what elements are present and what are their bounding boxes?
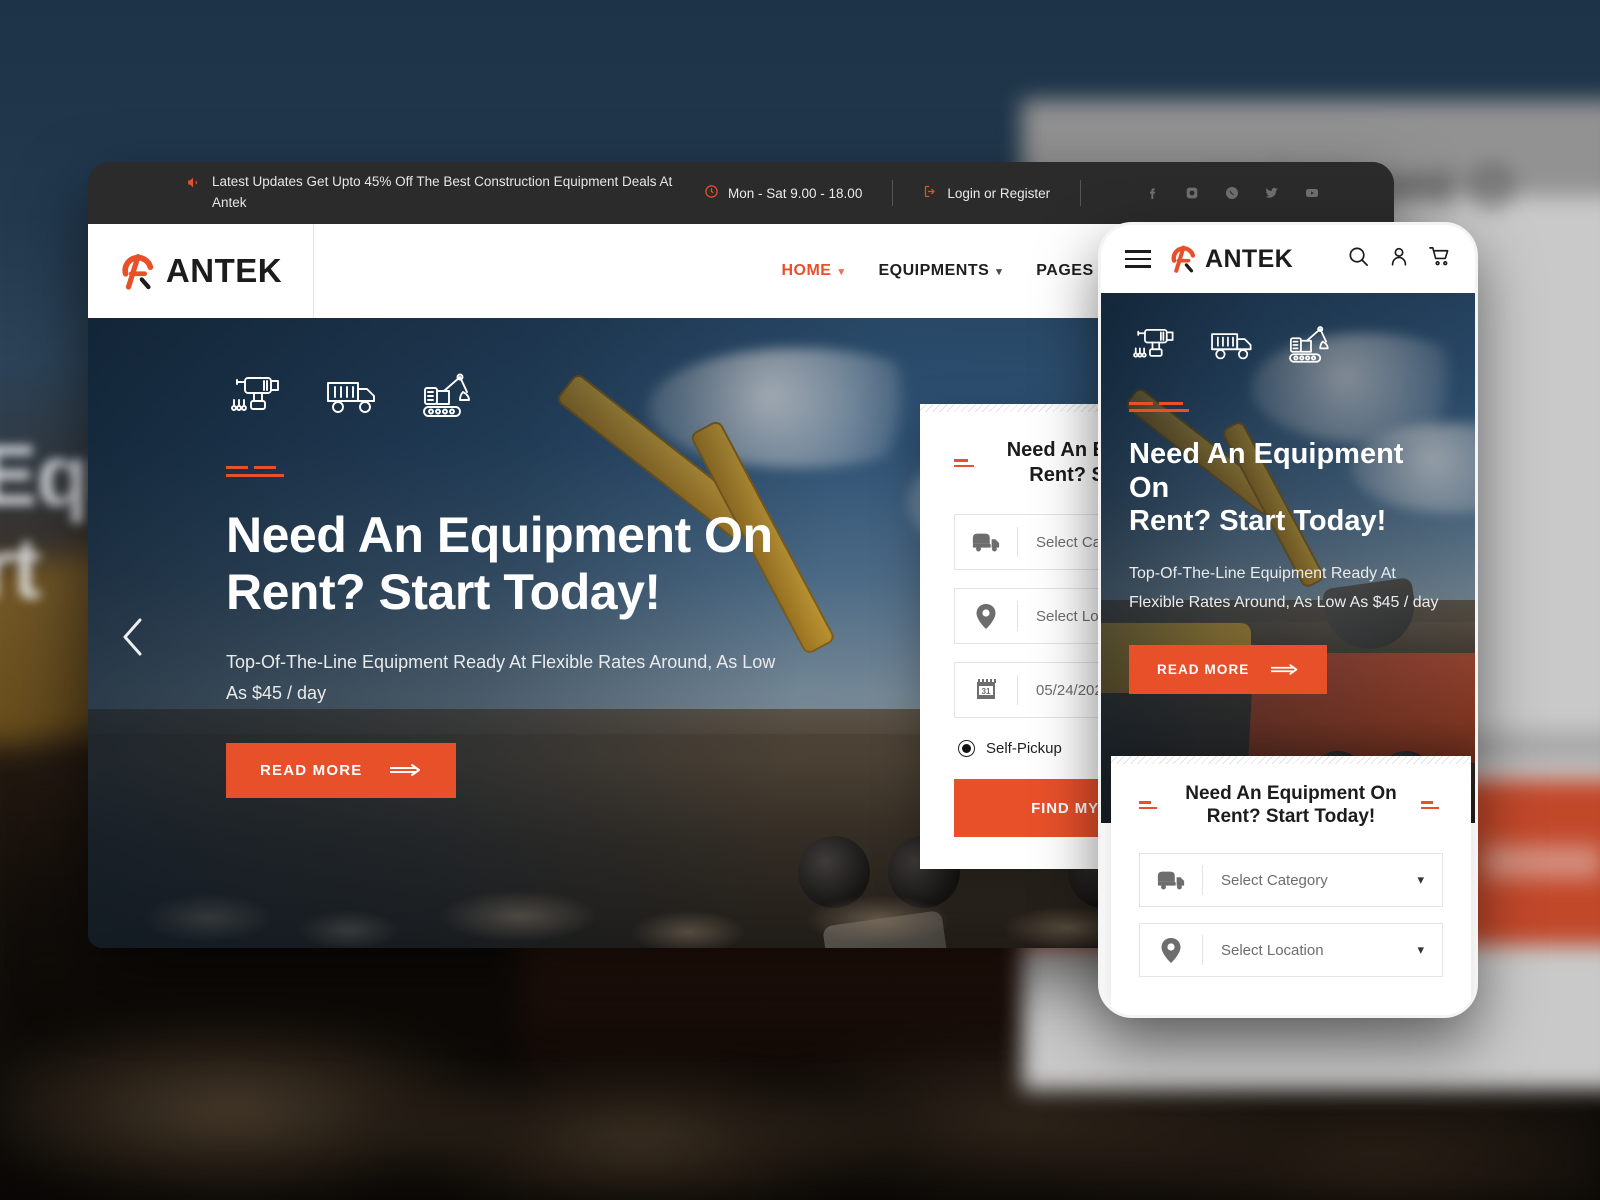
radio-selected-icon [958, 740, 975, 757]
youtube-icon[interactable] [1299, 180, 1325, 206]
business-hours: Mon - Sat 9.00 - 18.00 [704, 184, 862, 202]
twitter-icon[interactable] [1259, 180, 1285, 206]
logo-text: ANTEK [165, 252, 283, 289]
phone-location-select[interactable]: Select Location ▾ [1139, 923, 1443, 977]
map-pin-icon [1140, 937, 1202, 964]
login-icon [923, 184, 938, 202]
screenshot-stage: Equ rt quipment O rt Today! Latest Updat… [0, 0, 1600, 1200]
chevron-down-icon: ▾ [1417, 872, 1424, 887]
phone-hero-subtitle: Top-Of-The-Line Equipment Ready At Flexi… [1129, 564, 1439, 611]
phone-accent-dashes [1129, 402, 1193, 412]
accent-dashes-left-icon [954, 459, 976, 467]
facebook-icon[interactable] [1139, 180, 1165, 206]
radio-self-pickup[interactable]: Self-Pickup [958, 740, 1062, 757]
hero-read-more-label: READ MORE [260, 761, 363, 779]
phone-logo[interactable]: ANTEK [1169, 240, 1293, 279]
phone-hero-title: Need An Equipment On Rent? Start Today! [1129, 438, 1404, 538]
phone-read-more-label: READ MORE [1157, 662, 1250, 678]
clock-icon [704, 184, 719, 202]
nav-link-pages[interactable]: PAGES ▾ [1036, 262, 1106, 280]
cart-icon[interactable] [1428, 245, 1451, 273]
background-page-button-secondary [1482, 845, 1600, 879]
nav-link-pages-label: PAGES [1036, 262, 1094, 279]
hero-subtitle: Top-Of-The-Line Equipment Ready At Flexi… [226, 652, 776, 703]
dump-truck-icon [1207, 323, 1259, 372]
svg-text:31: 31 [982, 687, 991, 696]
nav-link-home[interactable]: HOME ▾ [781, 262, 844, 280]
map-pin-icon [955, 603, 1017, 630]
hero-accent-dashes [226, 466, 288, 477]
topbar-divider [892, 180, 894, 206]
phone-read-more-button[interactable]: READ MORE [1129, 645, 1328, 695]
phone-category-select[interactable]: Select Category ▾ [1139, 853, 1443, 907]
chevron-down-icon: ▾ [1417, 942, 1424, 957]
hero-read-more-button[interactable]: READ MORE [226, 742, 457, 798]
nav-link-equipments-label: EQUIPMENTS [878, 262, 990, 279]
phone-search-card-title: Need An Equipment On Rent? Start Today! [1185, 782, 1397, 828]
social-links [1139, 180, 1325, 206]
truck-icon [1140, 869, 1202, 891]
announcement-text: Latest Updates Get Upto 45% Off The Best… [212, 174, 673, 210]
nav-link-equipments[interactable]: EQUIPMENTS ▾ [878, 262, 1002, 280]
drill-icon [1129, 323, 1181, 372]
radio-self-pickup-label: Self-Pickup [986, 740, 1062, 757]
phone-rental-search-card: Need An Equipment On Rent? Start Today! … [1111, 755, 1471, 1015]
dump-truck-icon [322, 370, 384, 422]
chevron-down-icon: ▾ [996, 265, 1003, 278]
phone-mockup: ANTEK Need An Equipment On Rent? Start T… [1098, 222, 1478, 1018]
login-register-label: Login or Register [947, 185, 1051, 201]
top-announcement-bar: Latest Updates Get Upto 45% Off The Best… [88, 162, 1394, 224]
whatsapp-icon[interactable] [1219, 180, 1245, 206]
phone-location-select-value: Select Location [1221, 941, 1324, 959]
excavator-icon [1285, 323, 1337, 372]
excavator-icon [418, 370, 480, 422]
nav-link-home-label: HOME [781, 262, 832, 279]
accent-dashes-right-icon [1421, 801, 1443, 810]
phone-nav-actions [1347, 245, 1451, 273]
search-icon[interactable] [1347, 245, 1370, 273]
login-register-link[interactable]: Login or Register [923, 184, 1050, 202]
megaphone-icon [186, 174, 203, 194]
hero-title: Need An Equipment On Rent? Start Today! [226, 507, 773, 620]
phone-navigation: ANTEK [1101, 225, 1475, 293]
announcement-group: Latest Updates Get Upto 45% Off The Best… [114, 172, 704, 214]
hero-prev-button[interactable] [118, 614, 148, 665]
phone-category-select-value: Select Category [1221, 871, 1328, 889]
hamburger-icon[interactable] [1125, 250, 1151, 268]
phone-equipment-icons [1129, 323, 1449, 372]
topbar-divider-2 [1080, 180, 1082, 206]
arrow-right-icon [1271, 663, 1299, 676]
antek-mark-icon [119, 247, 157, 296]
phone-search-card-header: Need An Equipment On Rent? Start Today! [1139, 782, 1443, 829]
arrow-right-icon [390, 763, 422, 777]
calendar-icon: 31 [955, 677, 1017, 703]
phone-hero-content: Need An Equipment On Rent? Start Today! … [1129, 323, 1449, 695]
business-hours-text: Mon - Sat 9.00 - 18.00 [728, 185, 863, 201]
truck-icon [955, 531, 1017, 553]
instagram-icon[interactable] [1179, 180, 1205, 206]
phone-logo-text: ANTEK [1205, 244, 1294, 273]
site-logo[interactable]: ANTEK [88, 224, 314, 318]
phone-hero-section: Need An Equipment On Rent? Start Today! … [1101, 293, 1475, 823]
chevron-down-icon: ▾ [838, 265, 845, 278]
accent-dashes-left-icon [1139, 801, 1161, 810]
user-icon[interactable] [1388, 245, 1410, 273]
hero-content: Need An Equipment On Rent? Start Today! … [226, 370, 866, 798]
hero-equipment-icons [226, 370, 866, 422]
antek-mark-icon [1169, 240, 1198, 279]
drill-icon [226, 370, 288, 422]
phone-card-top-edge [1111, 755, 1471, 764]
